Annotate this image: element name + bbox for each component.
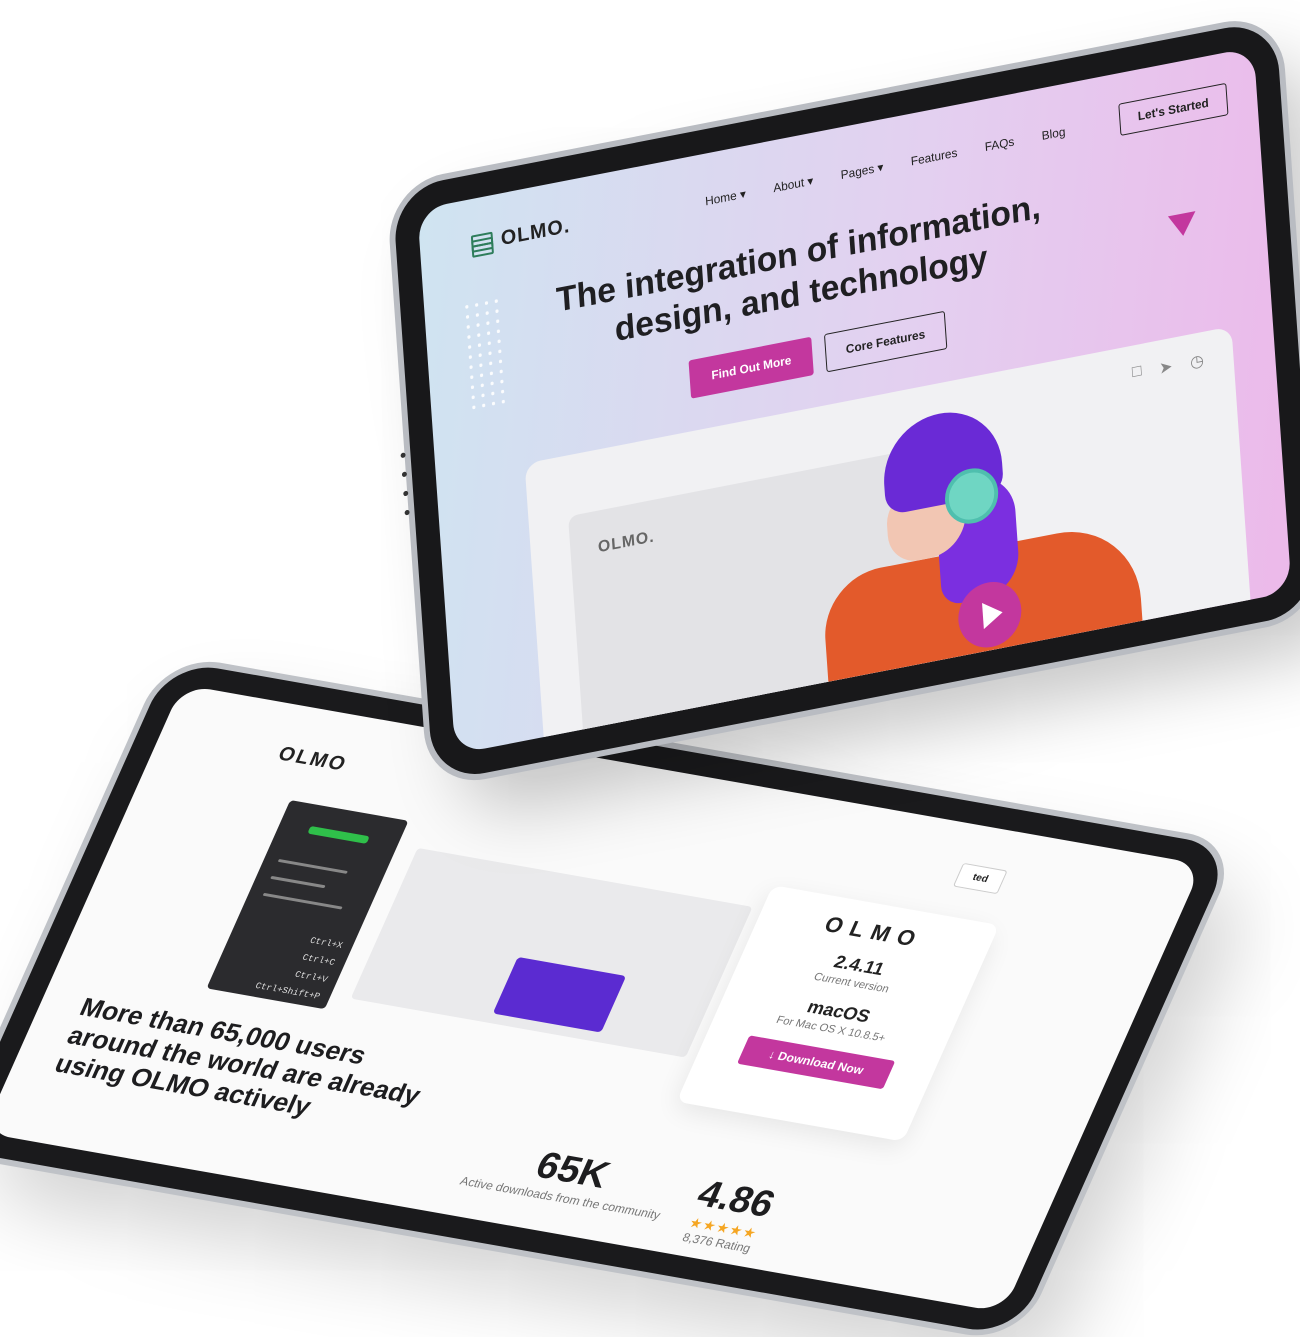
lets-started-button[interactable]: Let's Started [1118,82,1229,137]
shortcut-paste[interactable]: Ctrl+V [293,970,329,985]
send-icon[interactable]: ➤ [1159,356,1174,379]
shortcut-cut[interactable]: Ctrl+X [308,936,344,951]
triangle-decoration-icon [1167,211,1197,239]
inner-logo: OLMO. [597,528,656,557]
users-headline: More than 65,000 users around the world … [50,991,426,1122]
nav-about[interactable]: About ▾ [773,173,814,195]
menu-line [277,858,348,874]
tablet-mockup-scene: OLMO Ctrl+X Ctrl+C Ctrl+V Ctrl+Shift+P t… [0,0,1300,1337]
find-out-more-button[interactable]: Find Out More [688,336,815,399]
media-actions: □ ➤ ◷ [1131,350,1204,384]
nav-home[interactable]: Home ▾ [705,187,747,209]
layers-icon [469,231,494,258]
stat-downloads: 65K Active downloads from the community [458,1133,681,1222]
shortcut-command[interactable]: Ctrl+Shift+P [254,981,322,1002]
back-tablet: OLMO Ctrl+X Ctrl+C Ctrl+V Ctrl+Shift+P t… [0,660,1234,1337]
video-card: □ ➤ ◷ OLMO. [524,326,1254,755]
menu-highlight [307,825,370,844]
menu-line [270,875,326,889]
back-logo: OLMO [274,743,351,776]
grid-placeholder [350,847,753,1058]
nav-blog[interactable]: Blog [1041,124,1066,143]
front-tablet: OLMO. Home ▾ About ▾ Pages ▾ Features FA… [392,18,1300,783]
nav-features[interactable]: Features [910,145,957,168]
back-started-button[interactable]: ted [952,862,1008,895]
brand-name: OLMO. [500,214,571,251]
nav-faqs[interactable]: FAQs [984,134,1014,154]
nav-pages[interactable]: Pages ▾ [840,160,884,182]
menu-line [262,892,343,910]
stat-rating: 4.86 ★★★★★ 8,376 Rating [677,1173,781,1256]
shortcut-copy[interactable]: Ctrl+C [301,953,337,968]
hero-person-image [811,367,1147,741]
clock-icon[interactable]: ◷ [1189,350,1205,373]
front-tablet-screen: OLMO. Home ▾ About ▾ Pages ▾ Features FA… [417,46,1292,755]
back-tablet-screen: OLMO Ctrl+X Ctrl+C Ctrl+V Ctrl+Shift+P t… [0,684,1203,1313]
core-features-button[interactable]: Core Features [823,310,948,373]
download-button[interactable]: ↓ Download Now [737,1035,895,1090]
dot-pattern [461,295,509,414]
bookmark-icon[interactable]: □ [1131,362,1142,384]
brand-logo[interactable]: OLMO. [469,215,571,258]
side-buttons [400,452,414,564]
